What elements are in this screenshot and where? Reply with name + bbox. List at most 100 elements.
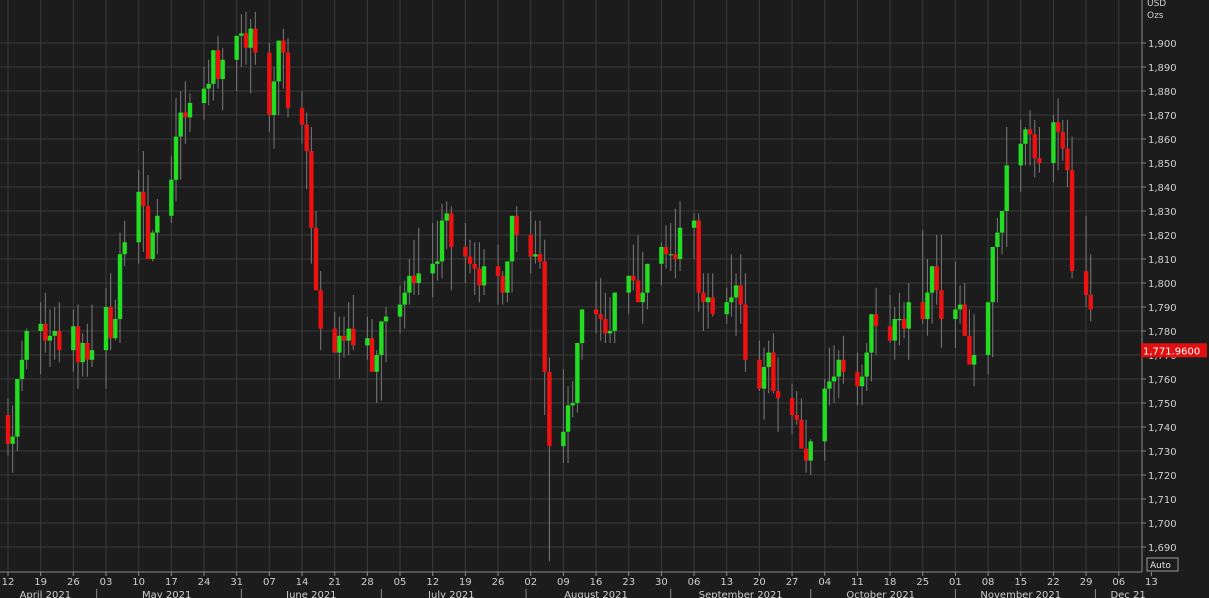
candle-body	[971, 355, 977, 365]
y-tick-label: 1,710	[1148, 495, 1177, 506]
candle-body	[299, 107, 305, 125]
month-label: April 2021	[20, 590, 71, 598]
candle-body	[957, 304, 963, 310]
x-tick-label: 27	[786, 577, 799, 588]
candle-body	[855, 371, 860, 387]
x-tick-label: 12	[426, 577, 439, 588]
candle-body	[901, 319, 907, 329]
candle-body	[113, 319, 118, 339]
candle-body	[103, 307, 109, 351]
candle-body	[15, 379, 20, 437]
candle-body	[953, 309, 958, 319]
x-tick-label: 30	[655, 577, 668, 588]
candle-body	[500, 275, 505, 293]
x-tick-label: 03	[100, 577, 113, 588]
month-label: October 2021	[846, 590, 915, 598]
y-tick-label: 1,880	[1148, 87, 1177, 98]
auto-scale-label[interactable]: Auto	[1150, 561, 1171, 571]
candle-body	[775, 391, 781, 399]
candle-body	[626, 275, 631, 293]
candle-body	[962, 304, 967, 336]
candle-body	[593, 309, 599, 315]
x-tick-label: 14	[296, 577, 309, 588]
x-tick-label: 20	[753, 577, 766, 588]
candle-body	[733, 285, 739, 298]
candle-body	[990, 247, 995, 303]
candle-body	[75, 326, 81, 363]
candle-body	[472, 263, 477, 269]
y-tick-label: 1,860	[1148, 135, 1177, 146]
y-tick-label: 1,870	[1148, 111, 1177, 122]
candle-body	[663, 247, 669, 255]
candle-body	[561, 431, 566, 447]
candle-body	[411, 275, 417, 283]
candle-body	[1069, 170, 1075, 271]
candle-body	[136, 191, 141, 243]
candle-body	[52, 331, 57, 336]
candle-body	[859, 376, 865, 387]
unit-label-usd: USD	[1147, 0, 1166, 9]
candle-body	[603, 319, 608, 334]
candle-body	[906, 302, 911, 329]
candle-body	[575, 343, 580, 403]
candle-body	[570, 403, 575, 406]
candle-body	[346, 328, 351, 341]
candle-body	[80, 343, 85, 363]
candle-body	[43, 323, 48, 341]
candle-body	[999, 211, 1005, 233]
candle-body	[967, 335, 972, 365]
candle-body	[369, 338, 375, 372]
candle-body	[374, 355, 379, 372]
candle-body	[267, 52, 272, 115]
candle-body	[925, 292, 930, 319]
candle-body	[677, 227, 683, 259]
auto-scale-button[interactable]: Auto	[1146, 557, 1179, 572]
candle-body	[579, 309, 585, 343]
candle	[150, 230, 155, 262]
x-tick-label: 31	[230, 577, 243, 588]
month-label: Dec 21	[1110, 590, 1145, 598]
candle-body	[71, 326, 76, 351]
candle-body	[211, 50, 216, 84]
candle-body	[215, 50, 221, 79]
candle-body	[47, 335, 53, 341]
candle-body	[710, 297, 715, 315]
candle-body	[206, 83, 211, 89]
candle-body	[477, 268, 482, 286]
candle-body	[178, 112, 183, 137]
candle-body	[897, 319, 902, 321]
y-tick-label: 1,730	[1148, 447, 1177, 458]
candle-body	[668, 254, 673, 256]
candle-body	[463, 247, 468, 257]
candle-body	[761, 367, 767, 389]
candle-body	[183, 112, 188, 118]
candle-body	[1055, 122, 1061, 132]
candle-body	[444, 213, 449, 221]
x-tick-label: 24	[198, 577, 211, 588]
candle-body	[738, 285, 743, 305]
x-tick-label: 10	[132, 577, 145, 588]
candle-body	[397, 304, 403, 317]
candle-body	[435, 261, 440, 264]
x-tick-label: 04	[818, 577, 831, 588]
candle-body	[873, 314, 879, 327]
candle-body	[537, 254, 543, 262]
month-label: July 2021	[427, 590, 475, 598]
candle-body	[505, 261, 510, 293]
candle-body	[285, 52, 291, 108]
x-tick-label: 23	[622, 577, 635, 588]
month-label: August 2021	[564, 590, 628, 598]
x-tick-label: 19	[459, 577, 472, 588]
y-tick-label: 1,850	[1148, 159, 1177, 170]
x-tick-label: 13	[1145, 577, 1158, 588]
candle-body	[673, 254, 678, 259]
candle-body	[332, 328, 337, 353]
x-tick-label: 11	[851, 577, 864, 588]
x-tick-label: 08	[982, 577, 995, 588]
candle-body	[85, 343, 90, 360]
x-tick-label: 16	[590, 577, 603, 588]
last-price-value: 1,771.9600	[1143, 346, 1200, 357]
candle-body	[705, 297, 711, 303]
y-tick-label: 1,900	[1148, 39, 1177, 50]
x-tick-label: 26	[67, 577, 80, 588]
